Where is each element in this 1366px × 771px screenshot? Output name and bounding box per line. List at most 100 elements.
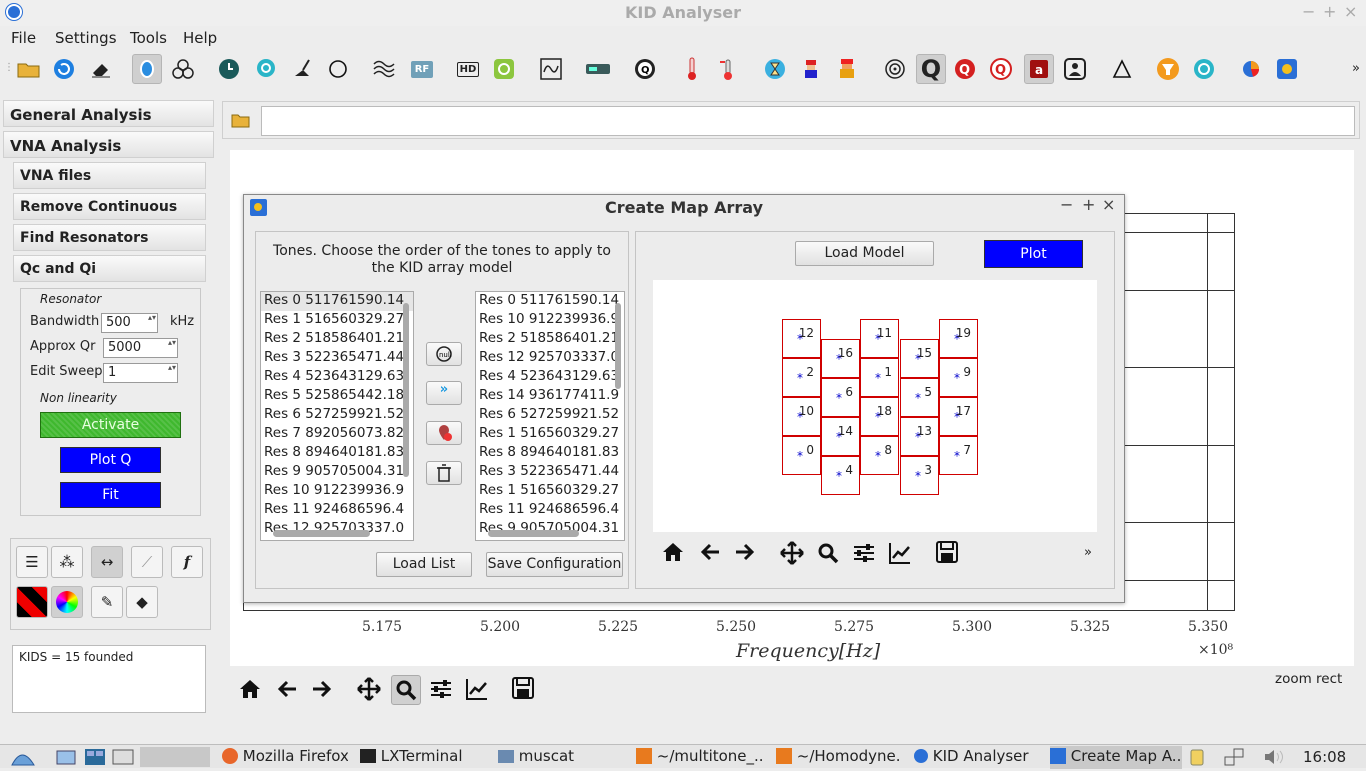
remove-tone-button[interactable]	[426, 421, 462, 445]
minimize-button[interactable]: −	[1302, 2, 1315, 21]
triangle-icon[interactable]	[1107, 54, 1137, 84]
task-kid-analyser[interactable]: KID Analyser	[914, 747, 1040, 769]
q-circle-icon[interactable]: Q	[630, 54, 660, 84]
list-item[interactable]: Res 8 894640181.83	[261, 444, 413, 463]
map-toolbar-overflow[interactable]: »	[1084, 545, 1092, 560]
configure-icon[interactable]	[429, 678, 453, 705]
wave-hand-icon[interactable]	[369, 54, 399, 84]
list-icon[interactable]: ☰	[16, 546, 48, 578]
task-create-map[interactable]: Create Map A...	[1050, 746, 1182, 769]
menu-settings[interactable]: Settings	[55, 29, 117, 47]
task-terminal[interactable]: LXTerminal	[360, 747, 486, 769]
file-manager-icon[interactable]	[112, 748, 134, 770]
list-item[interactable]: Res 1 516560329.27	[261, 311, 413, 330]
list-item[interactable]: Res 2 518586401.21	[476, 330, 624, 349]
fit-button[interactable]: Fit	[60, 482, 161, 508]
zoom-icon[interactable]	[391, 675, 421, 705]
map-save-icon[interactable]	[936, 541, 958, 568]
start-menu-icon[interactable]	[10, 747, 36, 771]
peaks-icon[interactable]: ⁂	[51, 546, 83, 578]
list-item[interactable]: Res 4 523643129.63	[261, 368, 413, 387]
device-icon[interactable]	[583, 54, 613, 84]
chart-icon[interactable]: ⟋	[131, 546, 163, 578]
source-list-scrollbar[interactable]	[273, 530, 370, 537]
move-right-button[interactable]: »	[426, 381, 462, 405]
axes-icon[interactable]	[465, 677, 489, 706]
qc-qi-item[interactable]: Qc and Qi	[13, 255, 206, 282]
hourglass-icon[interactable]	[760, 54, 790, 84]
delete-list-button[interactable]	[426, 461, 462, 485]
path-input[interactable]	[261, 106, 1355, 136]
home-icon[interactable]	[238, 678, 262, 705]
dialog-close-button[interactable]: ×	[1102, 195, 1115, 214]
menu-tools[interactable]: Tools	[130, 29, 167, 47]
approx-qr-input[interactable]: 5000	[103, 338, 178, 358]
app-icon[interactable]	[1272, 54, 1302, 84]
thermometer-icon[interactable]	[677, 54, 707, 84]
circle-icon[interactable]	[323, 54, 353, 84]
character-icon[interactable]	[832, 54, 862, 84]
list-item[interactable]: Res 3 522365471.44	[476, 463, 624, 482]
list-item[interactable]: Res 11 924686596.4	[261, 501, 413, 520]
toolbar-overflow[interactable]: »	[1352, 61, 1360, 76]
source-tone-list[interactable]: Res 0 511761590.14 Res 1 516560329.27 Re…	[260, 291, 414, 541]
function-icon[interactable]: f	[171, 546, 203, 578]
plot-q-button[interactable]: Plot Q	[60, 447, 161, 473]
search-globe-icon[interactable]	[251, 54, 281, 84]
load-model-button[interactable]: Load Model	[795, 241, 934, 266]
funnel-icon[interactable]	[1153, 54, 1183, 84]
list-item[interactable]: Res 10 912239936.9	[476, 311, 624, 330]
remove-continuous-item[interactable]: Remove Continuous	[13, 193, 206, 220]
pattern-icon[interactable]	[16, 586, 48, 618]
show-desktop-icon[interactable]	[56, 748, 76, 770]
maximize-button[interactable]: +	[1323, 2, 1336, 21]
list-item[interactable]: Res 6 527259921.52	[476, 406, 624, 425]
list-item[interactable]: Res 5 525865442.18	[261, 387, 413, 406]
eraser-icon[interactable]	[86, 54, 116, 84]
task-multitone[interactable]: ~/multitone_...	[636, 747, 764, 769]
list-item[interactable]: Res 6 527259921.52	[261, 406, 413, 425]
iq-icon[interactable]	[489, 54, 519, 84]
list-item[interactable]: Res 4 523643129.63	[476, 368, 624, 387]
find-resonators-item[interactable]: Find Resonators	[13, 224, 206, 251]
rf-icon[interactable]: RF	[407, 54, 437, 84]
volume-icon[interactable]	[1264, 749, 1286, 769]
map-forward-icon[interactable]	[734, 542, 756, 567]
load-list-button[interactable]: Load List	[376, 552, 472, 577]
pan-icon[interactable]	[357, 677, 381, 706]
list-item[interactable]: Res 1 516560329.27	[476, 482, 624, 501]
list-item[interactable]: Res 10 912239936.9	[261, 482, 413, 501]
list-item[interactable]: Res 14 936177411.9	[476, 387, 624, 406]
general-analysis-header[interactable]: General Analysis	[3, 100, 214, 127]
q-red-icon[interactable]: Q	[950, 54, 980, 84]
ordered-tone-list[interactable]: Res 0 511761590.14 Res 10 912239936.9 Re…	[475, 291, 625, 541]
list-item[interactable]: Res 12 925703337.0	[476, 349, 624, 368]
cycle-icon[interactable]	[1189, 54, 1219, 84]
plot-button[interactable]: Plot	[984, 240, 1083, 268]
pen-icon[interactable]: ✎	[91, 586, 123, 618]
map-configure-icon[interactable]	[852, 542, 876, 569]
ordered-list-scrollbar[interactable]	[488, 530, 579, 537]
save-icon[interactable]	[512, 677, 534, 704]
list-item[interactable]: Res 3 522365471.44	[261, 349, 413, 368]
task-homodyne[interactable]: ~/Homodyne...	[776, 747, 902, 769]
menu-file[interactable]: File	[11, 29, 36, 47]
workspace-icon[interactable]	[84, 748, 106, 770]
list-item[interactable]: Res 11 924686596.4	[476, 501, 624, 520]
map-home-icon[interactable]	[662, 542, 684, 567]
clock-icon[interactable]	[214, 54, 244, 84]
temperature-icon[interactable]	[713, 54, 743, 84]
refresh-icon[interactable]	[49, 54, 79, 84]
edit-sweep-input[interactable]: 1	[103, 363, 178, 383]
task-muscat[interactable]: muscat	[498, 747, 624, 769]
dialog-maximize-button[interactable]: +	[1082, 195, 1095, 214]
target-icon[interactable]	[880, 54, 910, 84]
pie-icon[interactable]	[1236, 54, 1266, 84]
a-icon[interactable]: a	[1024, 54, 1054, 84]
close-button[interactable]: ×	[1344, 2, 1357, 21]
network-icon[interactable]	[1224, 748, 1244, 770]
list-item[interactable]: Res 7 892056073.82	[261, 425, 413, 444]
dialog-minimize-button[interactable]: −	[1060, 195, 1073, 214]
eraser-tool-icon[interactable]: ◆	[126, 586, 158, 618]
menu-help[interactable]: Help	[183, 29, 217, 47]
